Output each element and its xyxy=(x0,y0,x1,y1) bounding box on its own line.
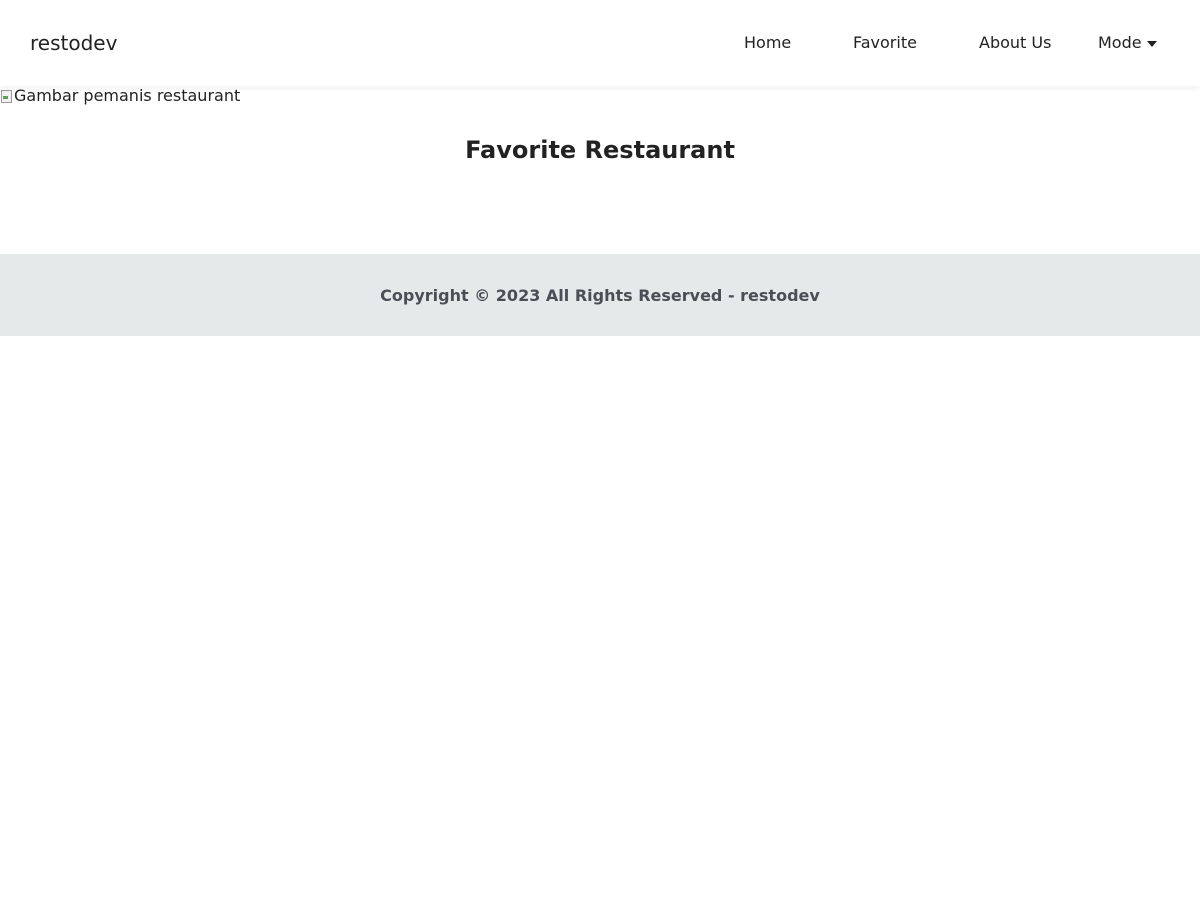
nav-about-link[interactable]: About Us xyxy=(979,33,1051,53)
page-footer: Copyright © 2023 All Rights Reserved - r… xyxy=(0,254,1200,336)
nav-favorite-link[interactable]: Favorite xyxy=(853,33,917,53)
brand-logo[interactable]: restodev xyxy=(30,29,117,57)
app-header: restodev Home Favorite About Us Mode xyxy=(0,0,1200,86)
hero-image-alt-text: Gambar pemanis restaurant xyxy=(14,86,241,105)
broken-image-icon xyxy=(0,89,12,103)
mode-label: Mode xyxy=(1098,33,1142,52)
page-title: Favorite Restaurant xyxy=(465,136,735,164)
footer-copyright: Copyright © 2023 All Rights Reserved - r… xyxy=(380,285,820,305)
mode-dropdown[interactable]: Mode xyxy=(1098,33,1157,53)
caret-down-icon xyxy=(1146,41,1157,47)
hero-image: Gambar pemanis restaurant xyxy=(0,86,240,106)
nav-home-link[interactable]: Home xyxy=(744,33,791,53)
